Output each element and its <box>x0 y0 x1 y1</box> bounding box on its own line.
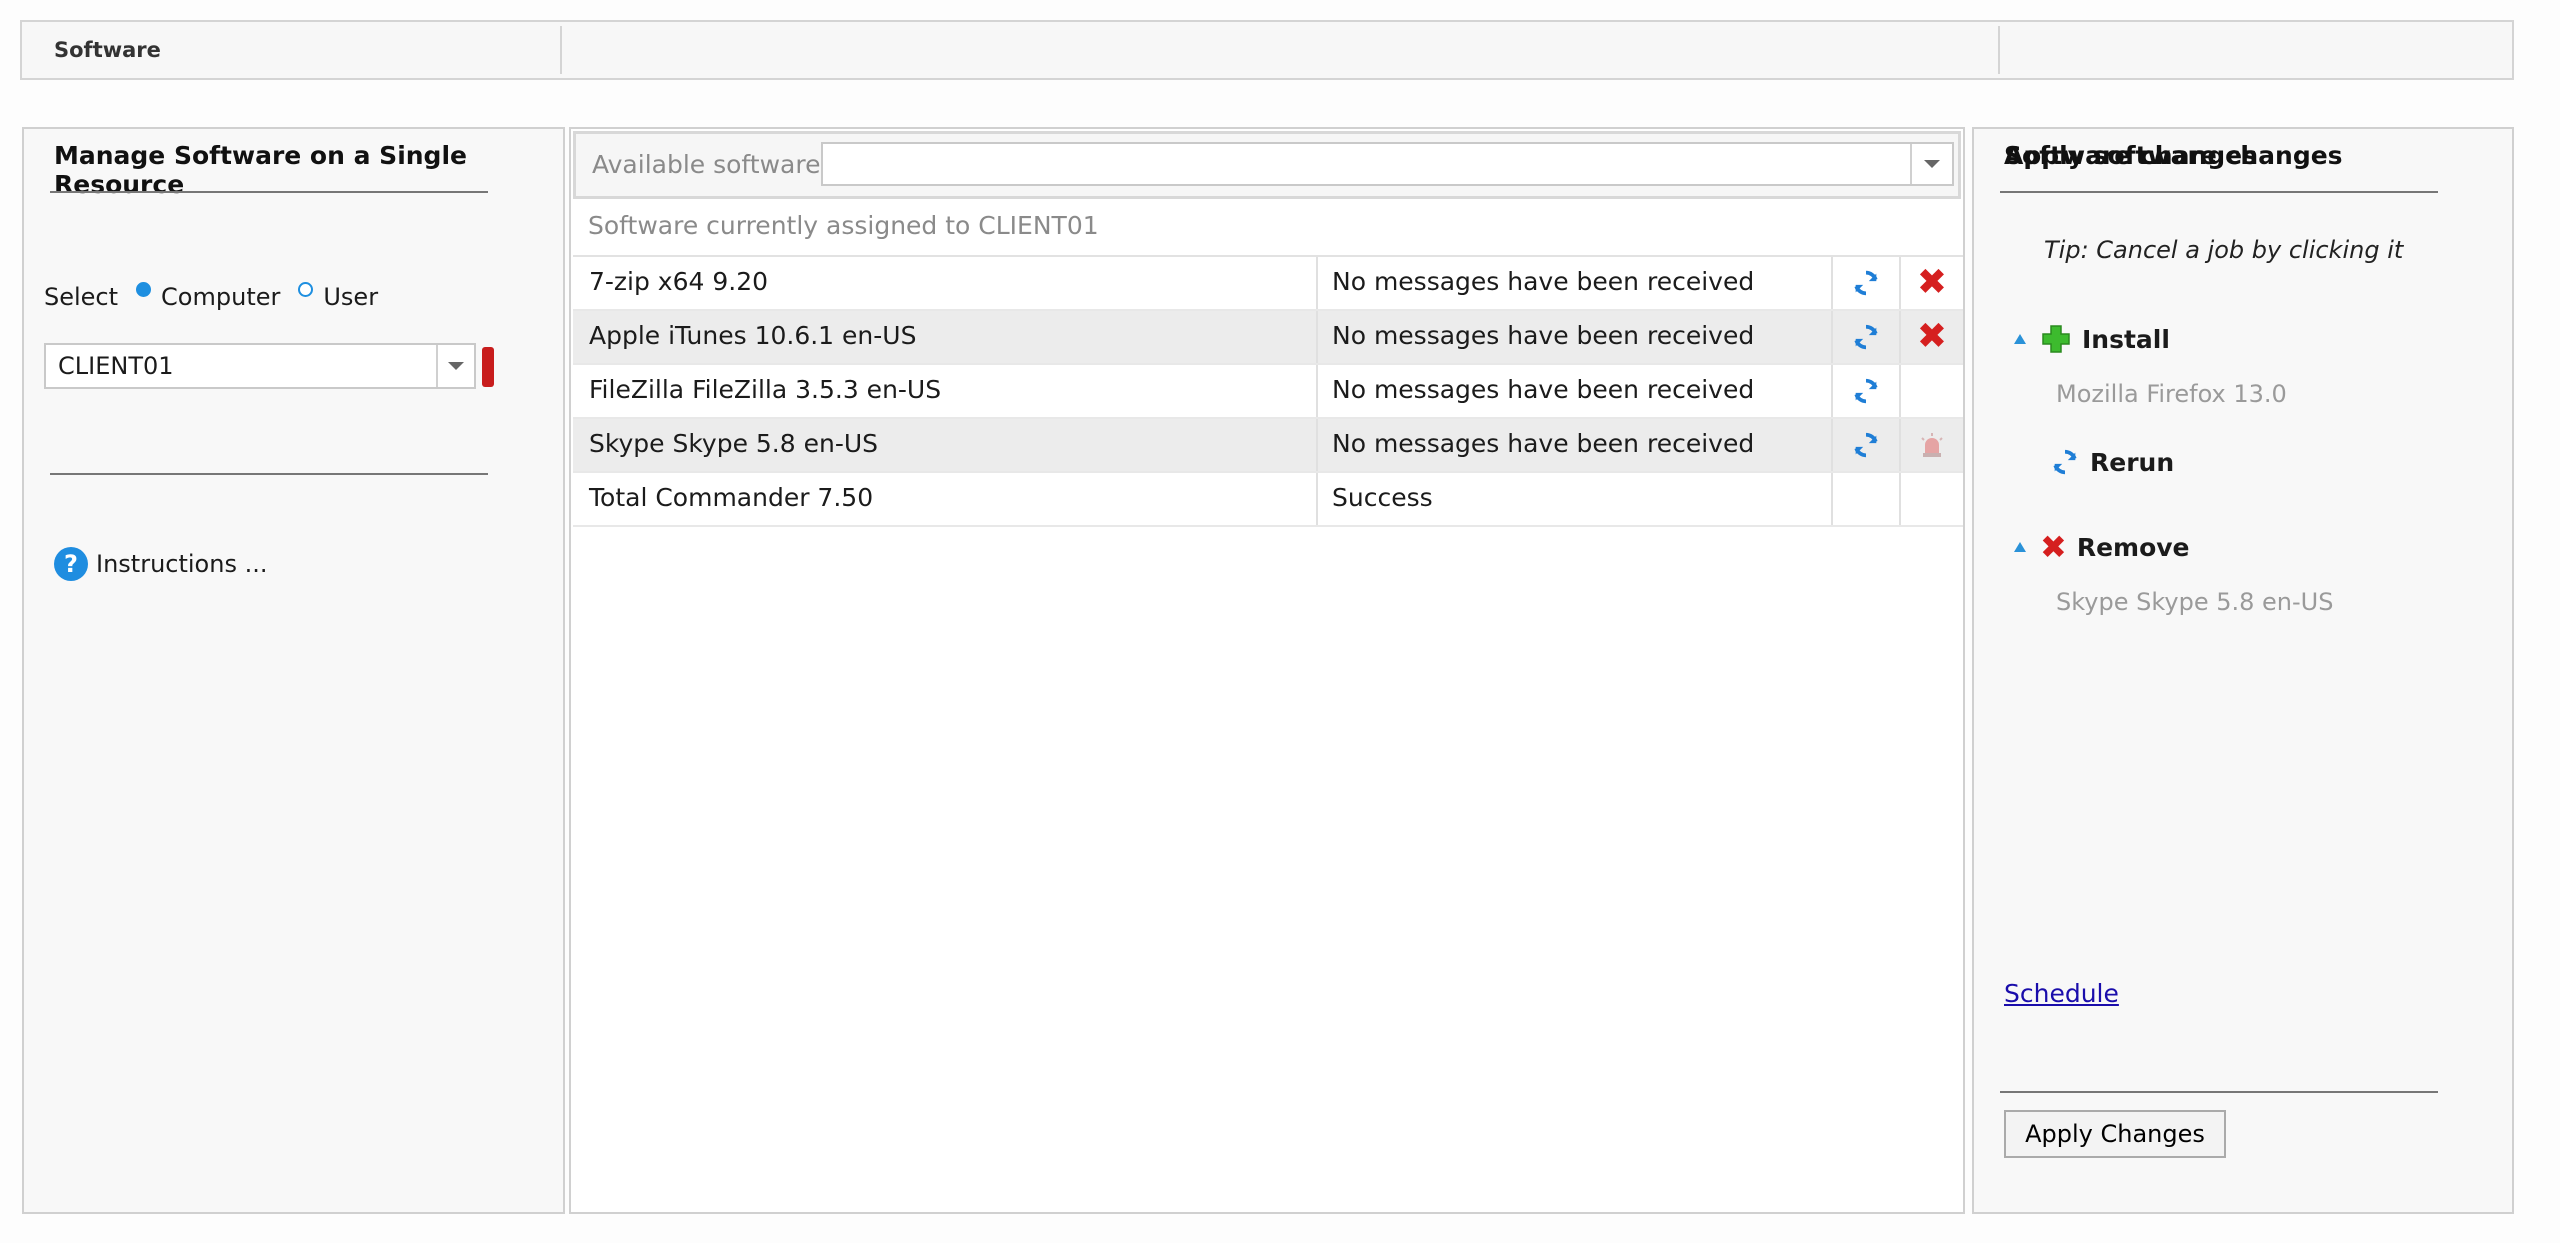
instructions-link[interactable]: ? Instructions ... <box>54 547 267 581</box>
software-name: Total Commander 7.50 <box>573 473 1318 525</box>
computer-radio[interactable] <box>136 281 152 297</box>
software-changes-panel: Software changes Tip: Cancel a job by cl… <box>1972 127 2514 1214</box>
select-row: Select Computer User <box>44 281 378 311</box>
available-software-bar: Available software <box>573 131 1961 199</box>
resource-dropdown-button[interactable] <box>436 345 474 387</box>
available-software-dropdown-button[interactable] <box>1910 144 1952 184</box>
alarm-light-icon <box>1921 433 1943 457</box>
expand-triangle-icon[interactable] <box>2014 542 2026 552</box>
refresh-icon <box>1854 432 1878 458</box>
divider <box>2000 191 2438 193</box>
schedule-link[interactable]: Schedule <box>2004 979 2119 1008</box>
user-radio[interactable] <box>298 281 314 297</box>
software-status: No messages have been received <box>1318 311 1833 363</box>
resource-panel: Manage Software on a Single Resource Sel… <box>22 127 565 1214</box>
topbar-segment <box>562 26 2000 74</box>
software-name: Skype Skype 5.8 en-US <box>573 419 1318 471</box>
software-name: FileZilla FileZilla 3.5.3 en-US <box>573 365 1318 417</box>
resource-value: CLIENT01 <box>58 352 174 380</box>
resource-combobox[interactable]: CLIENT01 <box>44 343 476 389</box>
software-status: No messages have been received <box>1318 419 1833 471</box>
tip-text: Tip: Cancel a job by clicking it <box>2044 236 2404 264</box>
software-panel: Available software Software currently as… <box>569 127 1965 1214</box>
expand-triangle-icon[interactable] <box>2014 334 2026 344</box>
computer-radio-label[interactable]: Computer <box>161 283 280 311</box>
pending-removal-button[interactable] <box>1901 419 1963 471</box>
chevron-down-icon <box>448 362 464 370</box>
topbar-segment <box>22 26 562 74</box>
remove-x-icon: ✖ <box>1916 262 1948 303</box>
remove-x-icon: ✖ <box>1916 316 1948 357</box>
remove-button[interactable]: ✖ <box>1901 311 1963 363</box>
table-row[interactable]: FileZilla FileZilla 3.5.3 en-US No messa… <box>573 365 1963 419</box>
rerun-button[interactable] <box>1833 257 1901 309</box>
empty-action-cell <box>1901 365 1963 417</box>
assigned-software-table: 7-zip x64 9.20 No messages have been rec… <box>573 255 1963 527</box>
help-icon: ? <box>54 547 88 581</box>
apply-changes-button[interactable]: Apply Changes <box>2004 1110 2226 1158</box>
chevron-down-icon <box>1924 160 1940 168</box>
plus-icon <box>2040 323 2072 355</box>
divider <box>50 473 488 475</box>
refresh-icon <box>1854 378 1878 404</box>
remove-button[interactable]: ✖ <box>1901 257 1963 309</box>
empty-action-cell <box>1833 473 1901 525</box>
apply-changes-heading: Apply software changes <box>2004 141 2343 170</box>
software-name: 7-zip x64 9.20 <box>573 257 1318 309</box>
validation-indicator <box>482 347 494 387</box>
table-row[interactable]: Skype Skype 5.8 en-US No messages have b… <box>573 419 1963 473</box>
install-item[interactable]: Mozilla Firefox 13.0 <box>2056 380 2287 408</box>
table-row[interactable]: Apple iTunes 10.6.1 en-US No messages ha… <box>573 311 1963 365</box>
remove-group[interactable]: ✖ Remove <box>2014 531 2190 563</box>
user-radio-label[interactable]: User <box>323 283 378 311</box>
software-name: Apple iTunes 10.6.1 en-US <box>573 311 1318 363</box>
select-label: Select <box>44 283 119 311</box>
refresh-icon <box>2050 447 2080 477</box>
instructions-label: Instructions ... <box>96 550 268 578</box>
software-status: No messages have been received <box>1318 257 1833 309</box>
rerun-button[interactable] <box>1833 365 1901 417</box>
rerun-group[interactable]: Rerun <box>2050 447 2174 477</box>
refresh-icon <box>1854 324 1878 350</box>
install-label: Install <box>2082 324 2170 354</box>
divider <box>50 191 488 193</box>
divider <box>2000 1091 2438 1093</box>
top-bar: Software <box>20 20 2514 80</box>
install-group[interactable]: Install <box>2014 323 2170 355</box>
rerun-button[interactable] <box>1833 419 1901 471</box>
table-row[interactable]: Total Commander 7.50 Success <box>573 473 1963 527</box>
empty-action-cell <box>1901 473 1963 525</box>
refresh-icon <box>1854 270 1878 296</box>
remove-item[interactable]: Skype Skype 5.8 en-US <box>2056 588 2333 616</box>
available-software-label: Available software <box>592 150 821 179</box>
table-row[interactable]: 7-zip x64 9.20 No messages have been rec… <box>573 257 1963 311</box>
rerun-label: Rerun <box>2090 447 2175 477</box>
rerun-button[interactable] <box>1833 311 1901 363</box>
remove-label: Remove <box>2076 532 2190 562</box>
remove-x-icon: ✖ <box>2040 528 2067 566</box>
software-status: Success <box>1318 473 1833 525</box>
software-status: No messages have been received <box>1318 365 1833 417</box>
available-software-combobox[interactable] <box>821 142 1954 186</box>
assigned-caption: Software currently assigned to CLIENT01 <box>588 211 1099 240</box>
